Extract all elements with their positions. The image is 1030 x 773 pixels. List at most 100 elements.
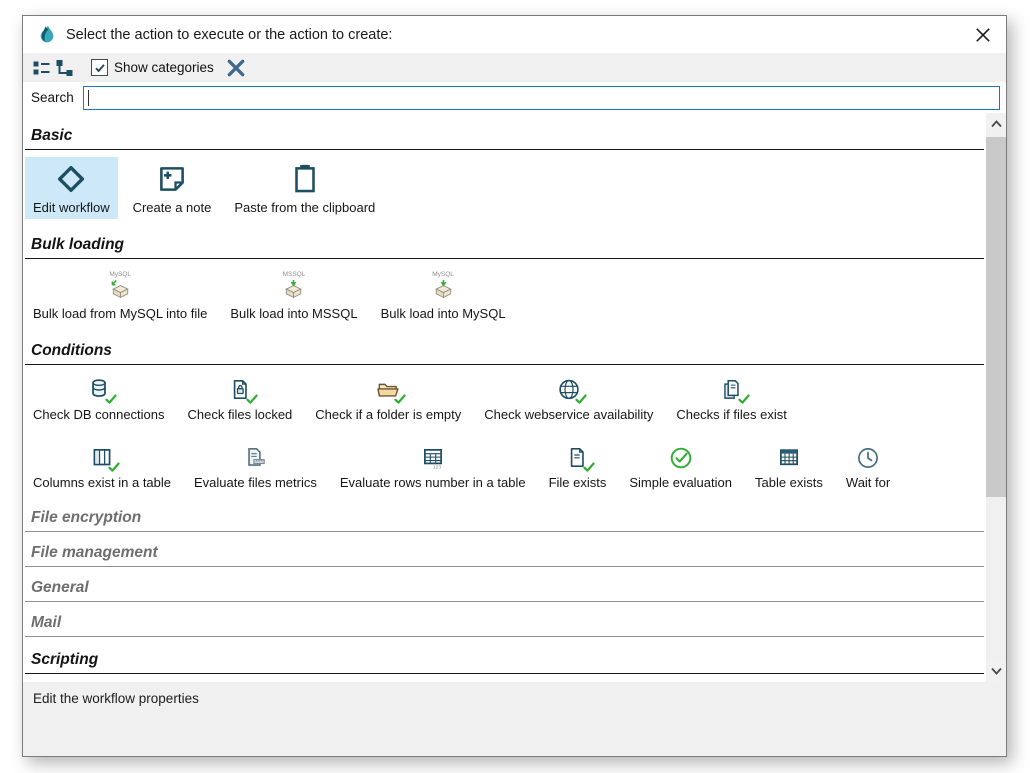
action-item-label: Columns exist in a table xyxy=(33,475,171,490)
green-check-icon xyxy=(108,461,120,473)
action-item-javascript-script-icon[interactable]: JS xyxy=(25,681,60,682)
list-view-icon[interactable] xyxy=(32,58,52,77)
action-item-label: Checks if files exist xyxy=(676,407,787,422)
create-note-icon xyxy=(155,162,189,196)
action-item-sql-script-icon[interactable]: SQL xyxy=(109,681,144,682)
table-rows-count-icon: 123 xyxy=(420,445,446,471)
db-type-tag: MySQL xyxy=(109,271,131,278)
wait-clock-icon xyxy=(855,445,881,471)
action-item-columns-exist-in-a-table[interactable]: Columns exist in a table xyxy=(25,440,179,494)
bulk-load-out-icon xyxy=(109,279,132,302)
action-item-evaluate-files-metrics[interactable]: Evaluate files metrics xyxy=(186,440,325,494)
files-stack-check-icon xyxy=(719,377,745,403)
category-basic: Basic Edit workflow Create a note Paste fro… xyxy=(25,126,984,222)
clear-x-icon[interactable] xyxy=(226,58,246,78)
category-header-general: General xyxy=(25,578,984,602)
action-item-file-exists[interactable]: File exists xyxy=(541,440,615,494)
category-mail: Mail xyxy=(25,613,984,637)
action-item-check-db-connections[interactable]: Check DB connections xyxy=(25,372,173,426)
file-check-icon xyxy=(564,445,590,471)
action-item-bulk-load-from-mysql-into-file[interactable]: MySQL Bulk load from MySQL into file xyxy=(25,266,215,325)
action-item-paste-from-the-clipboard[interactable]: Paste from the clipboard xyxy=(226,157,383,219)
folder-check-icon xyxy=(375,377,401,403)
text-caret xyxy=(88,90,89,106)
bulk-load-out-icon: MySQL xyxy=(109,271,132,302)
action-list-viewport: Basic Edit workflow Create a note Paste fro… xyxy=(23,113,1006,682)
action-item-edit-workflow[interactable]: Edit workflow xyxy=(25,157,118,219)
search-input[interactable] xyxy=(83,86,1000,110)
action-item-label: Check files locked xyxy=(188,407,293,422)
action-item-wait-for[interactable]: Wait for xyxy=(838,440,898,494)
chevron-up-icon[interactable] xyxy=(986,113,1006,135)
action-item-label: Create a note xyxy=(133,200,212,215)
bulk-load-in-icon xyxy=(432,279,455,302)
file-lock-check-icon xyxy=(227,377,253,403)
action-item-label: Table exists xyxy=(755,475,823,490)
table-columns-check-icon xyxy=(89,445,115,471)
action-item-bulk-load-into-mysql[interactable]: MySQL Bulk load into MySQL xyxy=(373,266,514,325)
vertical-scrollbar[interactable] xyxy=(986,113,1006,682)
action-item-label: Check DB connections xyxy=(33,407,165,422)
bulk-load-in-icon: MySQL xyxy=(432,271,455,302)
green-check-icon xyxy=(394,393,406,405)
category-header-scripting: Scripting xyxy=(25,650,984,674)
dialog-title: Select the action to execute or the acti… xyxy=(66,27,392,43)
dialog-titlebar: Select the action to execute or the acti… xyxy=(23,16,1006,53)
action-item-check-if-a-folder-is-empty[interactable]: Check if a folder is empty xyxy=(307,372,469,426)
dialog-toolbar: Show categories xyxy=(23,53,1006,82)
category-header-basic: Basic xyxy=(25,126,984,150)
action-item-checks-if-files-exist[interactable]: Checks if files exist xyxy=(668,372,795,426)
bulk-load-in-icon: MSSQL xyxy=(282,271,305,302)
category-conditions: ConditionsCheck DB connectionsCheck file… xyxy=(25,341,984,497)
tree-view-icon[interactable] xyxy=(55,58,75,77)
scrollbar-thumb[interactable] xyxy=(986,137,1006,497)
action-item-bulk-load-into-mssql[interactable]: MSSQL Bulk load into MSSQL xyxy=(222,266,365,325)
green-check-icon xyxy=(575,393,587,405)
action-item-evaluate-rows-number-in-a-table[interactable]: 123 Evaluate rows number in a table xyxy=(332,440,534,494)
edit-workflow-icon xyxy=(54,162,88,196)
category-file-encryption: File encryption xyxy=(25,508,984,532)
action-item-label: Bulk load from MySQL into file xyxy=(33,306,207,321)
table-exists-icon xyxy=(776,445,802,471)
action-item-label: Bulk load into MySQL xyxy=(381,306,506,321)
action-item-check-webservice-availability[interactable]: Check webservice availability xyxy=(476,372,661,426)
close-x-icon[interactable] xyxy=(974,26,992,44)
action-list: Basic Edit workflow Create a note Paste fro… xyxy=(25,113,984,682)
action-item-label: Evaluate rows number in a table xyxy=(340,475,526,490)
chevron-down-icon[interactable] xyxy=(986,660,1006,682)
category-header-mail: Mail xyxy=(25,613,984,637)
category-items: JS > SQL xyxy=(25,674,984,682)
table-exists-icon xyxy=(776,445,802,471)
action-select-dialog: Select the action to execute or the acti… xyxy=(22,15,1007,757)
show-categories-checkbox[interactable] xyxy=(91,59,108,76)
category-scripting: Scripting JS > SQL xyxy=(25,650,984,682)
green-check-icon xyxy=(105,393,117,405)
category-header-file-management: File management xyxy=(25,543,984,567)
hop-logo-icon xyxy=(37,24,57,46)
action-item-shell-script-icon[interactable]: > xyxy=(67,681,102,682)
action-item-check-files-locked[interactable]: Check files locked xyxy=(180,372,301,426)
category-bulk-loading: Bulk loadingMySQL Bulk load from MySQL i… xyxy=(25,235,984,328)
wait-clock-icon xyxy=(855,445,881,471)
db-type-tag: MySQL xyxy=(432,271,454,278)
category-items: MySQL Bulk load from MySQL into fileMSSQ… xyxy=(25,259,984,328)
simple-evaluation-icon xyxy=(668,445,694,471)
action-item-table-exists[interactable]: Table exists xyxy=(747,440,831,494)
category-items: Check DB connections Check files locked Ch… xyxy=(25,365,984,497)
selected-action-description: Edit the workflow properties xyxy=(33,691,199,706)
green-check-icon xyxy=(583,461,595,473)
clipboard-icon xyxy=(288,162,322,196)
action-item-simple-evaluation[interactable]: Simple evaluation xyxy=(621,440,740,494)
show-categories-label[interactable]: Show categories xyxy=(114,60,214,75)
clipboard-icon xyxy=(288,162,322,196)
action-item-label: File exists xyxy=(549,475,607,490)
db-type-tag: MSSQL xyxy=(283,271,306,278)
create-note-icon xyxy=(155,162,189,196)
webservice-check-icon xyxy=(556,377,582,403)
action-item-label: Check if a folder is empty xyxy=(315,407,461,422)
action-item-label: Bulk load into MSSQL xyxy=(230,306,357,321)
action-item-label: Evaluate files metrics xyxy=(194,475,317,490)
edit-workflow-icon xyxy=(54,162,88,196)
database-check-icon xyxy=(86,377,112,403)
action-item-create-a-note[interactable]: Create a note xyxy=(125,157,220,219)
